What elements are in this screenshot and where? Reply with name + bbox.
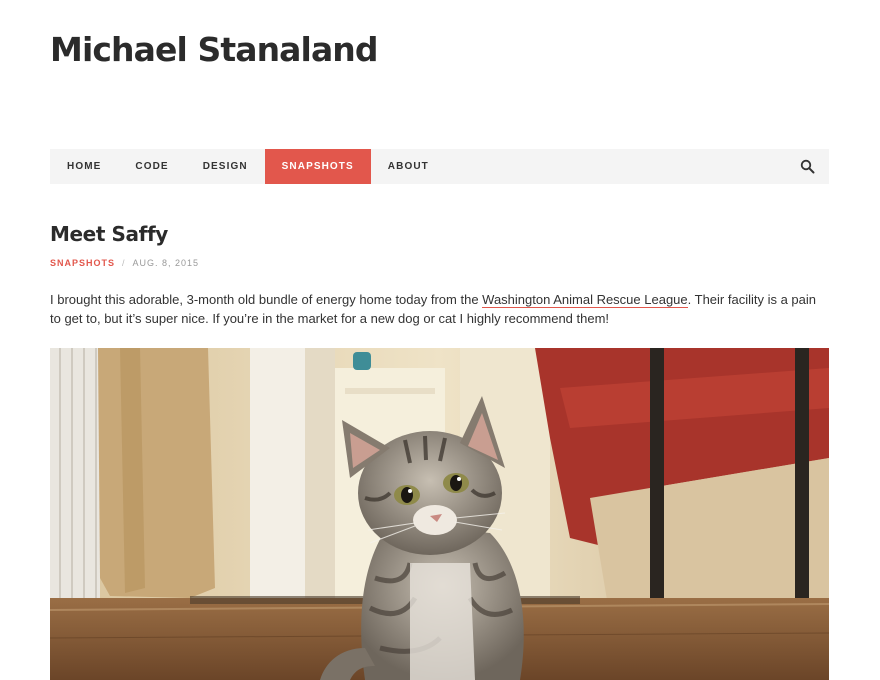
nav-item-about[interactable]: ABOUT bbox=[371, 149, 446, 184]
post-category-link[interactable]: SNAPSHOTS bbox=[50, 258, 115, 268]
nav-item-snapshots[interactable]: SNAPSHOTS bbox=[264, 149, 371, 184]
main-nav: HOME CODE DESIGN SNAPSHOTS ABOUT bbox=[50, 149, 829, 184]
post-date: AUG. 8, 2015 bbox=[132, 258, 200, 268]
search-icon bbox=[800, 159, 814, 174]
rescue-league-link[interactable]: Washington Animal Rescue League bbox=[482, 292, 688, 308]
post-title[interactable]: Meet Saffy bbox=[50, 222, 168, 246]
site-title[interactable]: Michael Stanaland bbox=[50, 30, 379, 69]
post-body: I brought this adorable, 3-month old bun… bbox=[50, 290, 830, 328]
post-meta: SNAPSHOTS / AUG. 8, 2015 bbox=[50, 258, 199, 268]
search-button[interactable] bbox=[785, 149, 829, 184]
post-body-text-start: I brought this adorable, 3-month old bun… bbox=[50, 292, 483, 307]
kitten-photo-illustration bbox=[50, 348, 829, 680]
kitten-photo bbox=[50, 348, 829, 680]
nav-item-design[interactable]: DESIGN bbox=[186, 149, 265, 184]
nav-item-code[interactable]: CODE bbox=[118, 149, 185, 184]
meta-separator: / bbox=[122, 258, 126, 268]
nav-item-home[interactable]: HOME bbox=[50, 149, 118, 184]
